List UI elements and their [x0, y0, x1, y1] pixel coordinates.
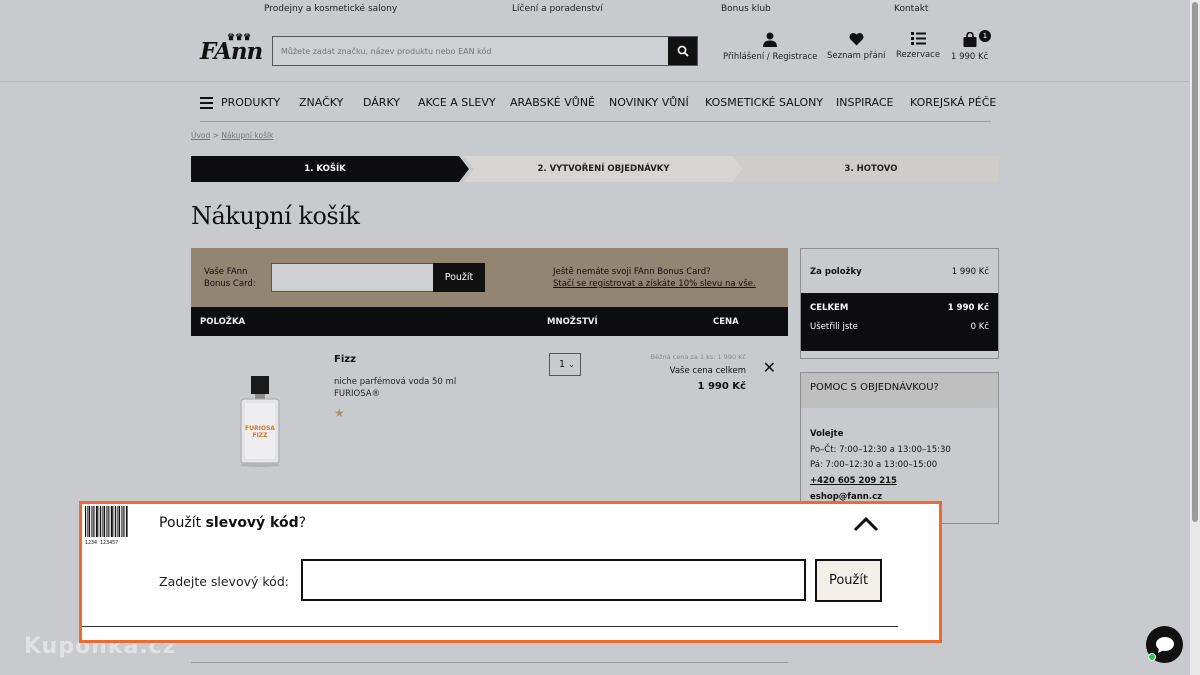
product-name[interactable]: Fizz: [334, 354, 356, 365]
chat-bubble-icon: [1155, 636, 1174, 653]
online-status-dot: [1148, 653, 1156, 661]
col-item: POLOŽKA: [200, 317, 246, 327]
nav-item-znacky[interactable]: ZNAČKY: [299, 96, 343, 109]
cart-item: FURIOSA FIZZ Fizz niche parfémová voda 5…: [191, 336, 788, 506]
step-done: 3. HOTOVO: [844, 164, 898, 174]
discount-apply-button[interactable]: Použít: [815, 559, 882, 602]
cart-count-badge: 1: [979, 30, 991, 42]
product-description: niche parfémová voda 50 ml FURIOSA®: [334, 377, 457, 399]
bonus-register-link[interactable]: Stačí se registrovat a získáte 10% slevu…: [553, 278, 756, 290]
site-header: FAnn♛♛♛ Přihlášení / Registrace Seznam p…: [0, 20, 1190, 82]
barcode-icon: 1234 123457: [85, 506, 128, 546]
user-icon: [763, 32, 778, 47]
crown-icon: ♛♛♛: [227, 33, 252, 43]
top-links-bar: Prodejny a kosmetické salony Líčení a po…: [0, 0, 1190, 18]
col-qty: MNOŽSTVÍ: [547, 317, 598, 327]
reservation-label: Rezervace: [896, 50, 941, 60]
chevron-down-icon: ⌄: [568, 360, 575, 369]
nav-item-arabske[interactable]: ARABSKÉ VŮNĚ: [510, 96, 595, 109]
bonus-card-label: Vaše FAnn Bonus Card:: [204, 267, 256, 289]
bonus-card-input[interactable]: [271, 263, 434, 292]
remove-item-icon[interactable]: ✕: [763, 360, 776, 376]
top-link-makeup[interactable]: Líčení a poradenství: [512, 4, 603, 14]
top-link-stores[interactable]: Prodejny a kosmetické salony: [264, 4, 397, 14]
panel-divider: [82, 626, 898, 627]
order-summary: Za položky 1 990 Kč CELKEM 1 990 Kč Ušetři…: [800, 248, 999, 359]
search-box: [272, 36, 698, 66]
help-call-label: Volejte: [810, 429, 844, 439]
checkout-steps: 1. KOŠÍK 2. VYTVOŘENÍ OBJEDNÁVKY 3. HOTO…: [191, 156, 999, 182]
nav-item-novinky[interactable]: NOVINKY VŮNÍ: [609, 96, 689, 109]
top-link-bonus-club[interactable]: Bonus klub: [721, 4, 771, 14]
bonus-card-info: Ještě nemáte svoji FAnn Bonus Card? Stač…: [553, 267, 756, 290]
search-button[interactable]: [668, 37, 697, 65]
page-title: Nákupní košík: [191, 202, 360, 230]
col-price: CENA: [713, 317, 739, 327]
nav-item-korejska[interactable]: KOREJSKÁ PÉČE: [910, 96, 996, 109]
breadcrumb-current: Nákupní košík: [221, 131, 274, 140]
shopping-bag-icon: [963, 32, 977, 47]
search-input[interactable]: [273, 37, 669, 65]
summary-saved-row: Ušetřili jste 0 Kč: [810, 322, 989, 332]
discount-code-label: Zadejte slevový kód:: [159, 574, 289, 589]
chevron-up-icon[interactable]: [851, 514, 881, 534]
product-price: 1 990 Kč: [697, 381, 746, 392]
breadcrumb: Úvod > Nákupní košík: [191, 131, 274, 140]
login-label: Přihlášení / Registrace: [723, 52, 818, 62]
svg-text:1234 123457: 1234 123457: [85, 540, 118, 546]
bonus-card-apply-button[interactable]: Použít: [433, 263, 485, 292]
top-link-contact[interactable]: Kontakt: [894, 4, 928, 14]
star-icon: ★: [334, 406, 345, 420]
regular-price-note: Běžná cena za 1 ks: 1 990 Kč: [650, 353, 746, 361]
step-cart: 1. KOŠÍK: [304, 164, 346, 174]
quantity-select[interactable]: 1 ⌄: [549, 353, 581, 376]
scrollbar-thumb[interactable]: [1192, 2, 1198, 522]
cart-button[interactable]: 1 1 990 Kč: [951, 30, 991, 62]
hamburger-icon[interactable]: [200, 97, 213, 112]
product-brand: FURIOSA®: [334, 389, 381, 399]
discount-code-input[interactable]: [301, 559, 806, 601]
nav-item-akce[interactable]: AKCE A SLEVY: [418, 96, 496, 109]
fann-logo[interactable]: FAnn ♛♛♛: [200, 33, 263, 65]
svg-text:FIZZ: FIZZ: [252, 432, 268, 439]
page-scrollbar[interactable]: [1190, 0, 1200, 675]
summary-items-row: Za položky 1 990 Kč: [810, 267, 989, 277]
bonus-card-bar: Vaše FAnn Bonus Card: Použít Ještě nemáte…: [191, 248, 788, 307]
help-hours-friday: Pá: 7:00–12:30 a 13:00–15:00: [810, 460, 938, 470]
wishlist-label: Seznam přání: [827, 51, 886, 61]
help-title: POMOC S OBJEDNÁVKOU?: [801, 373, 998, 408]
wishlist-button[interactable]: Seznam přání: [827, 32, 886, 61]
main-nav: PRODUKTY ZNAČKY DÁRKY AKCE A SLEVY ARABS…: [200, 92, 996, 122]
your-price-label: Vaše cena celkem: [669, 366, 746, 376]
discount-panel-title: Použít slevový kód?: [159, 515, 307, 531]
step-order: 2. VYTVOŘENÍ OBJEDNÁVKY: [537, 164, 670, 174]
heart-icon: [849, 33, 864, 46]
divider: [191, 662, 788, 663]
reservation-button[interactable]: Rezervace: [896, 32, 940, 60]
chat-button[interactable]: [1146, 626, 1183, 663]
product-image[interactable]: FURIOSA FIZZ: [237, 376, 283, 468]
summary-total-row: CELKEM 1 990 Kč: [810, 303, 989, 313]
nav-item-produkty[interactable]: PRODUKTY: [221, 96, 280, 109]
discount-code-panel: 1234 123457 Použít slevový kód? Zadejte …: [79, 501, 942, 643]
nav-item-salony[interactable]: KOSMETICKÉ SALONY: [705, 96, 823, 109]
help-hours-weekdays: Po–Čt: 7:00–12:30 a 13:00–15:30: [810, 445, 951, 455]
list-icon: [910, 32, 926, 45]
login-button[interactable]: Přihlášení / Registrace: [723, 32, 817, 62]
bottle-label: FURIOSA: [245, 425, 275, 432]
cart-total: 1 990 Kč: [951, 52, 989, 62]
search-icon: [677, 45, 689, 57]
breadcrumb-home[interactable]: Úvod: [191, 131, 210, 140]
nav-item-inspirace[interactable]: INSPIRACE: [836, 96, 894, 109]
help-phone-link[interactable]: +420 605 209 215: [810, 476, 897, 486]
cart-table-header: POLOŽKA MNOŽSTVÍ CENA: [191, 307, 788, 336]
nav-item-darky[interactable]: DÁRKY: [363, 96, 400, 109]
